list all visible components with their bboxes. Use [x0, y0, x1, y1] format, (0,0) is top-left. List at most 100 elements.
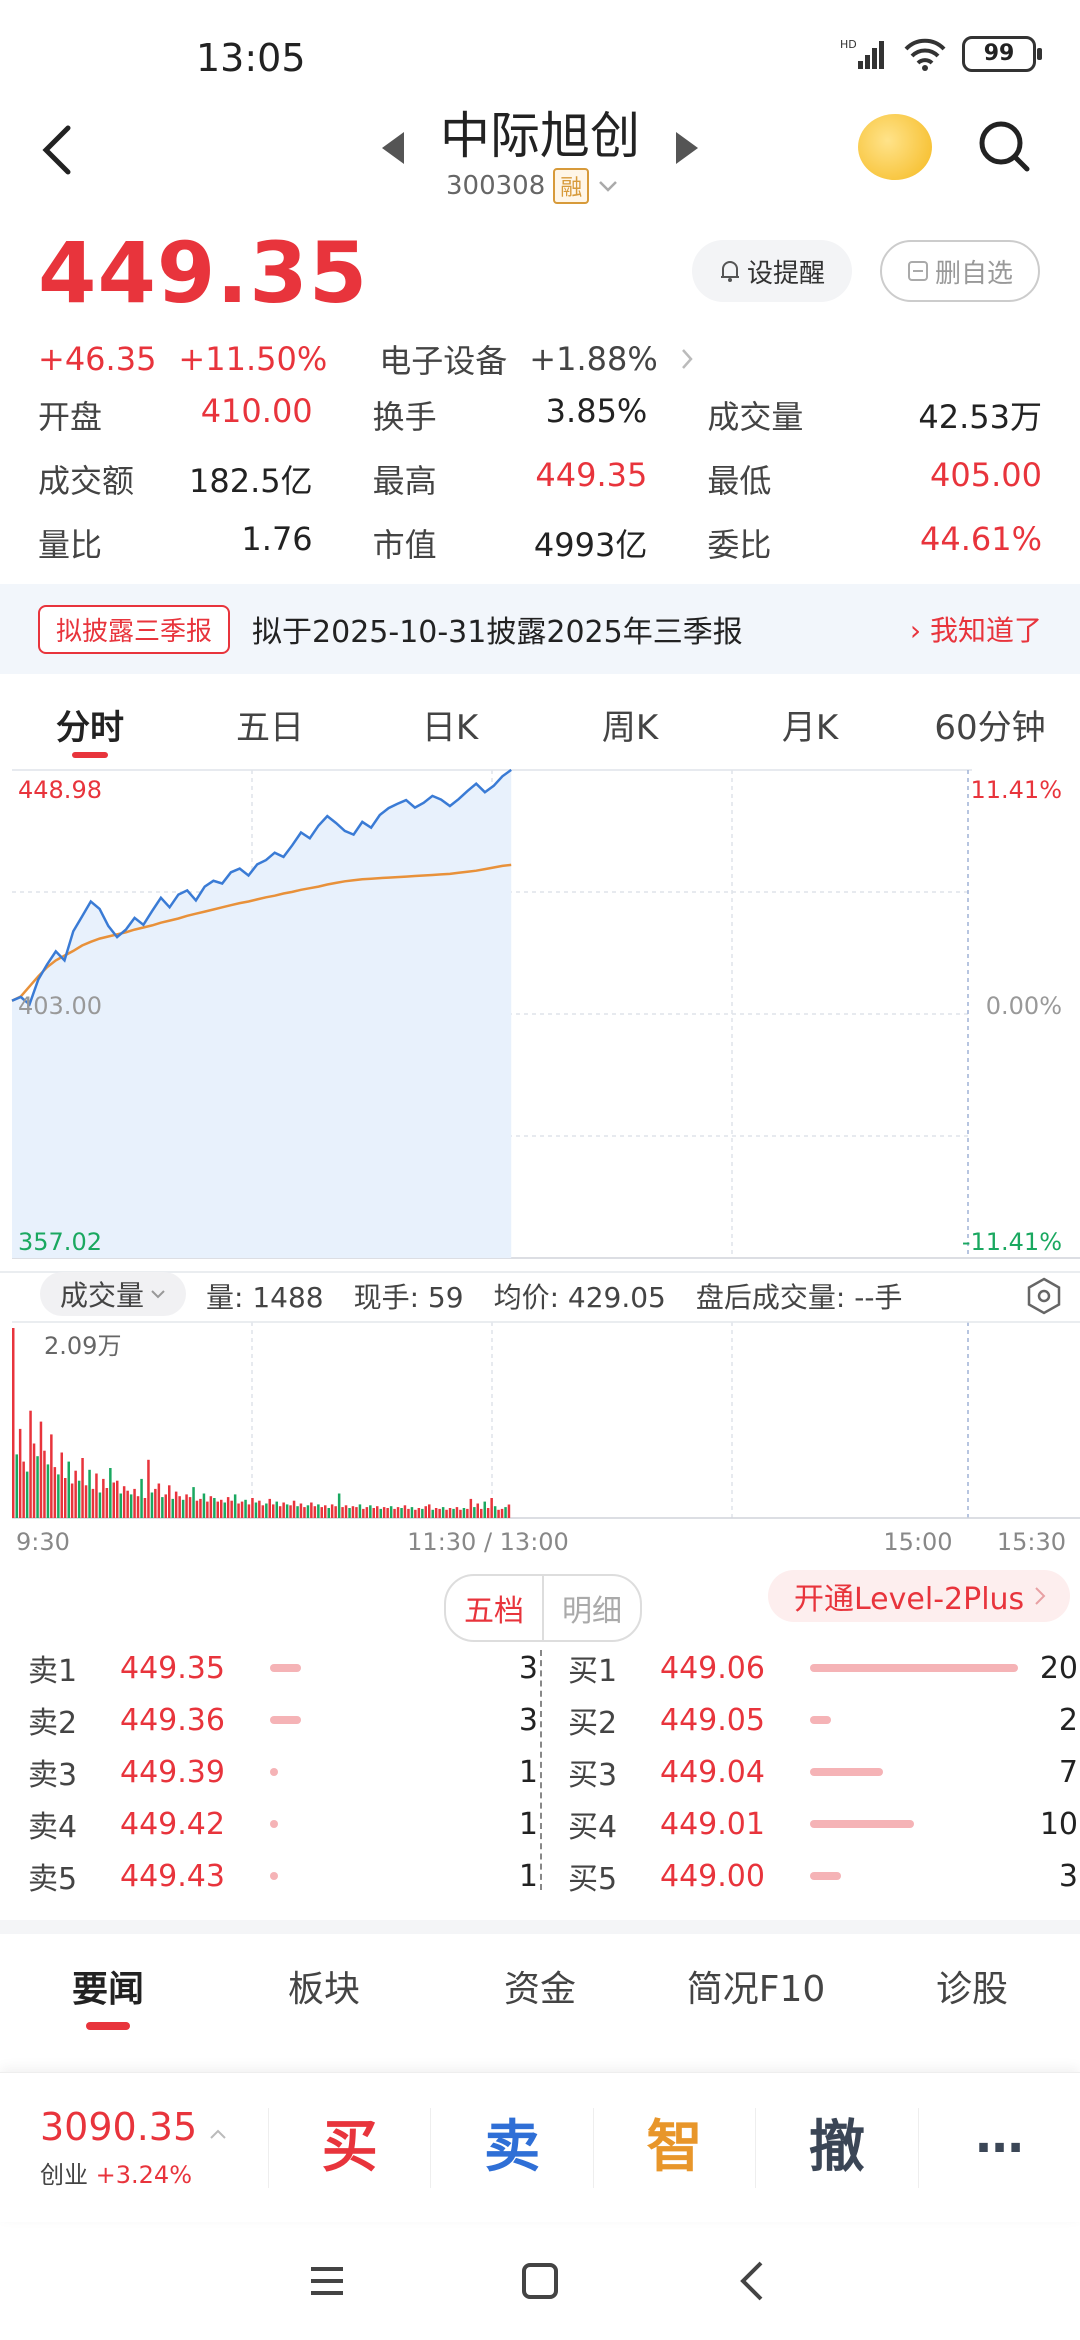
stat-item: 换手 3.85%: [373, 392, 708, 438]
stat-item: 成交额 182.5亿: [38, 456, 373, 502]
volume-bar: [171, 1498, 174, 1518]
volume-bar: [91, 1488, 95, 1518]
volume-bar: [154, 1488, 157, 1518]
bid-row: 买3 449.04 7: [568, 1746, 1078, 1798]
remove-watchlist-label: 删自选: [934, 258, 1013, 289]
volume-bar: [70, 1483, 74, 1518]
status-icons: HD 99: [840, 36, 1042, 72]
stat-label: 成交量: [707, 398, 804, 436]
ask-qty: 3: [518, 1650, 538, 1686]
ask-qty: 1: [518, 1806, 538, 1842]
chevron-right-icon[interactable]: [680, 347, 694, 371]
volume-bar: [77, 1480, 81, 1518]
volume-bar: [507, 1504, 511, 1518]
home-icon[interactable]: [510, 2251, 570, 2311]
set-alert-button[interactable]: 设提醒: [692, 240, 852, 302]
ask-volume-bar: [270, 1664, 302, 1672]
volume-bar: [355, 1507, 358, 1518]
volume-bar: [185, 1494, 188, 1518]
volume-bar: [223, 1502, 226, 1518]
volume-bar: [12, 1328, 15, 1518]
notice-dismiss-link[interactable]: › 我知道了: [910, 609, 1042, 649]
volume-bar: [140, 1478, 143, 1518]
volume-bar: [414, 1509, 417, 1518]
volume-bar: [116, 1480, 119, 1518]
smart-button[interactable]: 智: [592, 2107, 755, 2188]
earnings-notice-banner: 拟披露三季报 拟于2025-10-31披露2025年三季报 › 我知道了: [0, 584, 1080, 674]
back-nav-icon[interactable]: [723, 2251, 783, 2311]
volume-bar: [195, 1500, 199, 1518]
volume-bar: [265, 1503, 268, 1518]
mascot-avatar-icon[interactable]: [858, 114, 932, 180]
tab-60min[interactable]: 60分钟: [900, 690, 1080, 758]
tab-daily-k[interactable]: 日K: [360, 690, 540, 758]
tab-diagnosis[interactable]: 诊股: [864, 1960, 1080, 2030]
volume-bar: [410, 1507, 414, 1518]
volume-bar: [445, 1509, 448, 1518]
level2-upgrade-button[interactable]: 开通Level-2Plus: [768, 1570, 1071, 1622]
tab-monthly-k[interactable]: 月K: [720, 690, 900, 758]
volume-bar: [459, 1509, 462, 1518]
tab-intraday[interactable]: 分时: [0, 690, 180, 758]
volume-bar: [32, 1443, 36, 1518]
wifi-icon: [904, 38, 946, 71]
next-stock-arrow-icon[interactable]: [676, 132, 698, 164]
stock-code-row[interactable]: 300308 融: [446, 168, 619, 204]
volume-bar: [98, 1492, 102, 1518]
tab-five-levels[interactable]: 五档: [446, 1576, 544, 1640]
tab-five-day[interactable]: 五日: [180, 690, 360, 758]
tab-capital[interactable]: 资金: [432, 1960, 648, 2030]
bottom-action-bar: 3090.35 创业 +3.24% 买 卖 智 撤 ⋯: [0, 2072, 1080, 2222]
volume-bar: [473, 1507, 476, 1518]
volume-bar: [112, 1482, 115, 1518]
volume-bar: [303, 1507, 306, 1518]
hexagon-settings-icon[interactable]: [1024, 1276, 1064, 1316]
volume-bar: [289, 1505, 292, 1518]
volume-bar: [382, 1507, 386, 1518]
volume-bar: [22, 1461, 25, 1518]
volume-bar: [18, 1428, 22, 1518]
volume-bar: [337, 1493, 341, 1518]
search-icon[interactable]: [976, 118, 1032, 174]
volume-bar: [216, 1501, 219, 1518]
volume-bar: [275, 1501, 278, 1518]
sector-change[interactable]: +1.88%: [529, 340, 657, 378]
stat-value: 1.76: [241, 520, 313, 558]
bid-volume-bar: [810, 1872, 842, 1880]
volume-bar: [362, 1508, 365, 1518]
volume-indicator-label: 成交量: [60, 1279, 145, 1312]
remove-watchlist-button[interactable]: 删自选: [880, 240, 1040, 302]
bid-row: 买5 449.00 3: [568, 1850, 1078, 1902]
more-button[interactable]: ⋯: [917, 2107, 1080, 2188]
volume-bar: [209, 1496, 213, 1518]
volume-bar: [237, 1503, 240, 1518]
sector-name[interactable]: 电子设备: [379, 336, 507, 382]
volume-bar: [143, 1498, 147, 1518]
tab-details[interactable]: 明细: [544, 1576, 640, 1640]
volume-bar: [126, 1490, 129, 1518]
bid-price: 449.05: [660, 1702, 765, 1738]
volume-bar: [188, 1497, 192, 1518]
tab-weekly-k[interactable]: 周K: [540, 690, 720, 758]
volume-bar: [504, 1507, 507, 1518]
tab-sector[interactable]: 板块: [216, 1960, 432, 2030]
volume-bar: [174, 1491, 178, 1518]
signal-icon: HD: [840, 38, 884, 69]
volume-max-label: 2.09万: [44, 1332, 121, 1360]
buy-button[interactable]: 买: [268, 2107, 430, 2188]
tab-news[interactable]: 要闻: [0, 1960, 216, 2030]
stat-value: 42.53万: [918, 398, 1042, 436]
ask-label: 卖3: [28, 1758, 78, 1793]
sell-button[interactable]: 卖: [430, 2107, 592, 2188]
bid-label: 买2: [568, 1706, 618, 1741]
index-ticker[interactable]: 3090.35 创业 +3.24%: [0, 2105, 268, 2190]
y-right-top-label: 11.41%: [970, 776, 1062, 804]
menu-icon[interactable]: [297, 2251, 357, 2311]
volume-bar: [261, 1505, 265, 1518]
bid-label: 买1: [568, 1654, 618, 1689]
tab-profile-f10[interactable]: 简况F10: [648, 1960, 864, 2030]
bid-qty: 10: [1039, 1806, 1078, 1842]
bid-qty: 20: [1039, 1650, 1078, 1686]
volume-indicator-select[interactable]: 成交量: [40, 1272, 187, 1316]
cancel-order-button[interactable]: 撤: [755, 2107, 917, 2188]
